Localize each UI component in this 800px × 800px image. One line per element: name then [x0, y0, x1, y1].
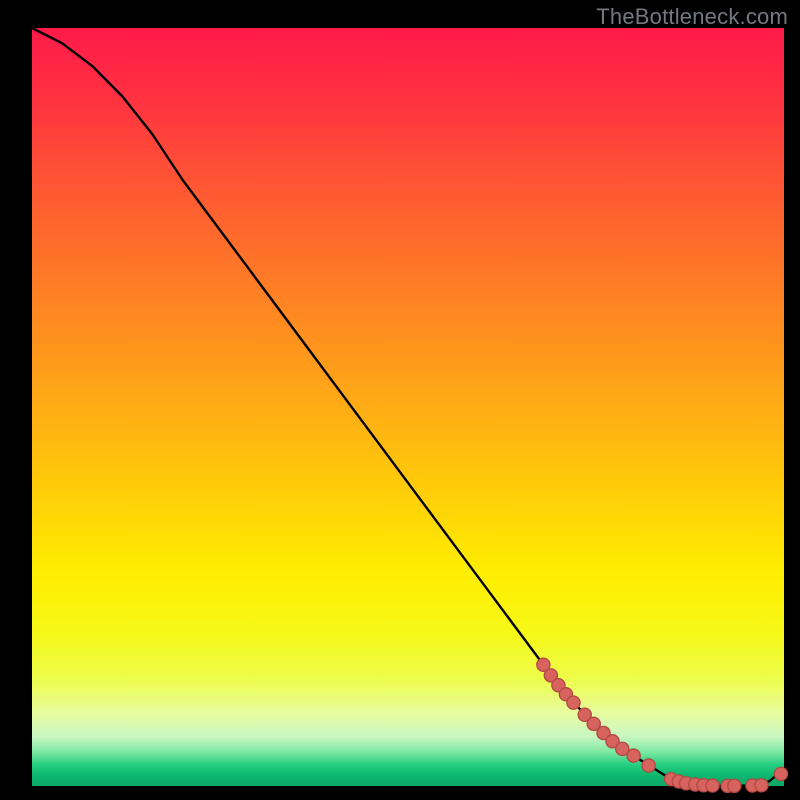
- plot-background: [32, 28, 784, 786]
- data-marker: [642, 759, 655, 772]
- data-marker: [728, 779, 741, 792]
- data-marker: [627, 749, 640, 762]
- bottleneck-chart: [0, 0, 800, 800]
- data-marker: [755, 779, 768, 792]
- data-marker: [774, 767, 787, 780]
- chart-frame: { "watermark": "TheBottleneck.com", "plo…: [0, 0, 800, 800]
- data-marker: [706, 779, 719, 792]
- data-marker: [567, 696, 580, 709]
